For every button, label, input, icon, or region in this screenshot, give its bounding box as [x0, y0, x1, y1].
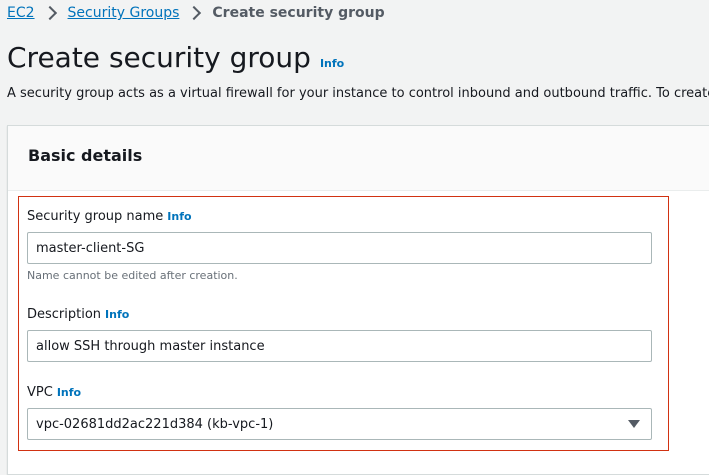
security-group-name-label: Security group name Info: [27, 209, 192, 224]
chevron-right-icon: [187, 5, 202, 21]
vpc-select[interactable]: vpc-02681dd2ac221d384 (kb-vpc-1): [27, 408, 652, 440]
vpc-label-text: VPC: [27, 385, 53, 400]
description-input[interactable]: [27, 330, 652, 362]
breadcrumb-security-groups-link[interactable]: Security Groups: [68, 5, 180, 21]
basic-details-title: Basic details: [28, 146, 143, 165]
page-header: Create security group Info: [7, 41, 344, 74]
vpc-label: VPC Info: [27, 385, 81, 400]
vpc-info-link[interactable]: Info: [57, 386, 81, 399]
description-label: Description Info: [27, 307, 129, 322]
page-description: A security group acts as a virtual firew…: [7, 86, 709, 101]
caret-down-icon: [628, 420, 640, 428]
breadcrumb-ec2-link[interactable]: EC2: [7, 5, 35, 21]
security-group-name-label-text: Security group name: [27, 209, 164, 224]
basic-details-header: Basic details: [8, 126, 709, 191]
security-group-name-input[interactable]: [27, 232, 652, 264]
security-group-name-info-link[interactable]: Info: [167, 210, 191, 223]
breadcrumb: EC2 Security Groups Create security grou…: [7, 4, 385, 22]
page-title: Create security group: [7, 41, 311, 74]
breadcrumb-current: Create security group: [212, 5, 385, 21]
vpc-select-value: vpc-02681dd2ac221d384 (kb-vpc-1): [36, 416, 274, 432]
description-label-text: Description: [27, 307, 102, 322]
security-group-name-hint: Name cannot be edited after creation.: [27, 269, 238, 282]
chevron-right-icon: [42, 5, 57, 21]
page-info-link[interactable]: Info: [320, 57, 344, 70]
description-info-link[interactable]: Info: [105, 308, 129, 321]
